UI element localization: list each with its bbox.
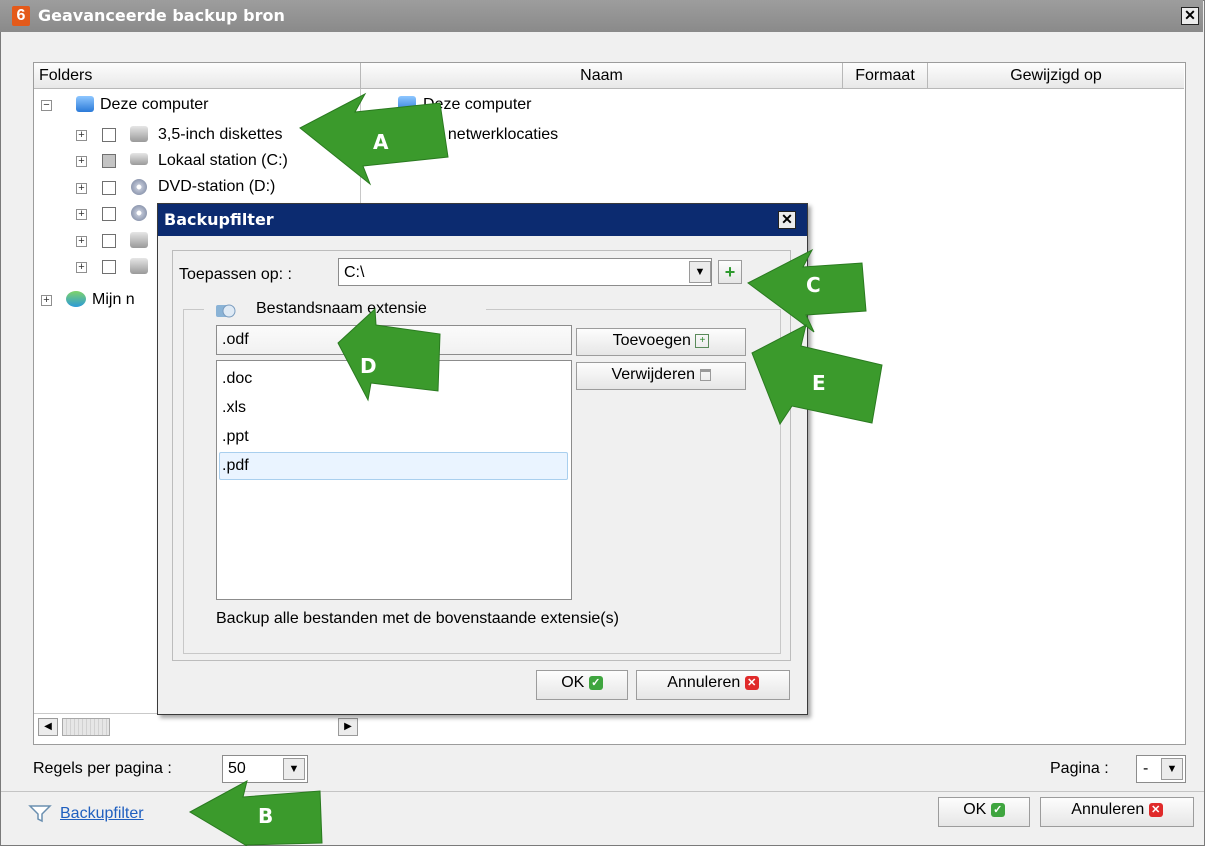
- callout-label-d: D: [360, 354, 377, 378]
- callout-label-e: E: [812, 371, 826, 395]
- callout-label-b: B: [258, 804, 273, 828]
- callout-label-c: C: [806, 273, 821, 297]
- callout-arrow-d: [337, 307, 441, 402]
- callout-arrow-b: [188, 780, 323, 846]
- callout-layer: A B C D E: [188, 92, 883, 846]
- callout-label-a: A: [373, 130, 389, 154]
